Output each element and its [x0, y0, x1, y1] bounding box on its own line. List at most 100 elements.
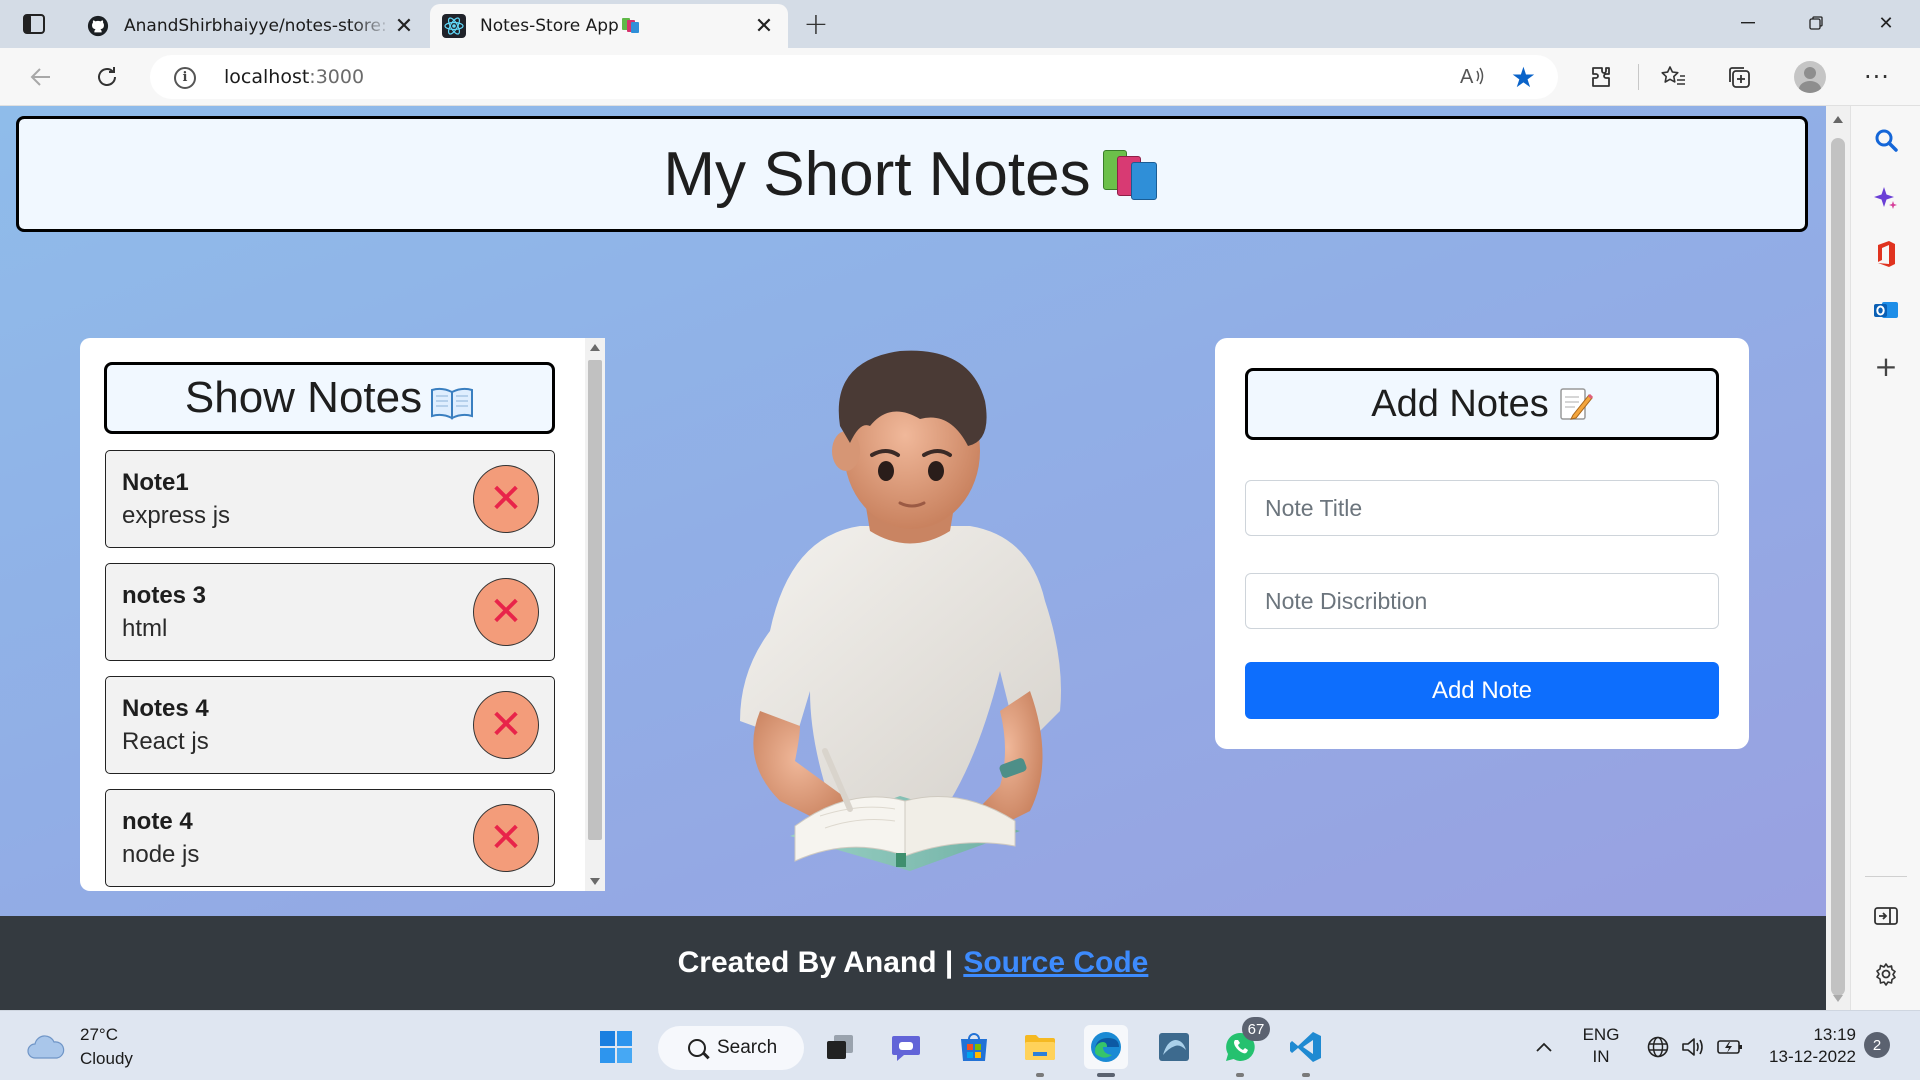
- weather-text: 27°C Cloudy: [80, 1023, 133, 1071]
- weather-condition: Cloudy: [80, 1049, 133, 1068]
- language-indicator[interactable]: ENG IN: [1576, 1024, 1626, 1068]
- search-label: Search: [717, 1037, 778, 1058]
- notes-list-scrollbar[interactable]: [585, 338, 605, 891]
- settings-gear-icon[interactable]: [1868, 956, 1904, 992]
- copilot-sparkle-icon[interactable]: [1868, 180, 1904, 216]
- github-icon: [86, 14, 110, 38]
- tab-github[interactable]: AnandShirbhaiyye/notes-store: n ✕: [74, 4, 428, 48]
- add-notes-title: Add Notes: [1371, 382, 1549, 425]
- language-line1: ENG: [1582, 1025, 1620, 1044]
- delete-note-button[interactable]: ✕: [473, 691, 539, 759]
- read-aloud-icon[interactable]: A: [1460, 65, 1486, 92]
- running-indicator: [1302, 1073, 1310, 1077]
- scrollbar-thumb[interactable]: [588, 360, 602, 840]
- add-note-button[interactable]: Add Note: [1245, 662, 1719, 719]
- note-description: express js: [122, 502, 231, 529]
- site-info-icon[interactable]: i: [174, 67, 196, 89]
- close-icon: ✕: [489, 589, 523, 635]
- teams-chat-icon[interactable]: [884, 1025, 928, 1069]
- clock[interactable]: 13:19 13-12-2022: [1760, 1024, 1856, 1068]
- delete-note-button[interactable]: ✕: [473, 578, 539, 646]
- toolbar-divider: [1638, 64, 1639, 90]
- battery-charging-icon[interactable]: [1708, 1025, 1752, 1069]
- clock-date: 13-12-2022: [1769, 1047, 1856, 1066]
- page-header: My Short Notes: [16, 116, 1808, 232]
- add-notes-card: Add Notes Add Note: [1215, 338, 1749, 749]
- window-close-icon[interactable]: ✕: [1858, 6, 1914, 40]
- windows-start-icon[interactable]: [594, 1025, 638, 1069]
- show-notes-title: Show Notes: [184, 373, 423, 422]
- show-notes-card: Show Notes Note1 express js ✕ notes 3 ht…: [80, 338, 605, 891]
- mysql-workbench-icon[interactable]: [1152, 1025, 1196, 1069]
- delete-note-button[interactable]: ✕: [473, 465, 539, 533]
- file-explorer-icon[interactable]: [1018, 1025, 1062, 1077]
- books-icon: [1101, 146, 1161, 202]
- show-notes-heading: Show Notes: [104, 362, 555, 434]
- tab-notes-store[interactable]: Notes-Store App ✕: [430, 4, 788, 48]
- weather-widget[interactable]: 27°C Cloudy: [26, 1023, 133, 1071]
- refresh-icon[interactable]: [90, 60, 124, 94]
- task-view-icon[interactable]: [818, 1025, 862, 1069]
- favorite-star-icon[interactable]: ★: [1511, 61, 1536, 94]
- profile-avatar[interactable]: [1794, 61, 1826, 93]
- address-bar[interactable]: i localhost:3000 A ★: [150, 55, 1558, 99]
- notification-count-badge[interactable]: 2: [1864, 1032, 1890, 1058]
- open-book-icon: [430, 381, 474, 420]
- note-title: Notes 4: [122, 695, 209, 722]
- weather-temp: 27°C: [80, 1025, 118, 1044]
- scroll-up-icon[interactable]: [1833, 116, 1843, 123]
- sidebar-divider: [1865, 876, 1907, 877]
- note-title: note 4: [122, 808, 193, 835]
- restore-icon[interactable]: [1788, 6, 1844, 40]
- note-title: Note1: [122, 469, 189, 496]
- close-icon: ✕: [489, 702, 523, 748]
- whatsapp-unread-badge: 67: [1242, 1017, 1270, 1041]
- whatsapp-icon[interactable]: 67: [1218, 1017, 1270, 1077]
- cloud-icon: [26, 1034, 66, 1060]
- taskbar-search[interactable]: Search: [658, 1026, 804, 1070]
- page-scrollbar[interactable]: [1826, 106, 1850, 1010]
- edge-browser-icon[interactable]: [1084, 1025, 1128, 1077]
- scrollbar-thumb[interactable]: [1831, 138, 1845, 996]
- scroll-up-icon[interactable]: [590, 344, 600, 351]
- minimize-icon[interactable]: [1720, 6, 1776, 40]
- note-description: React js: [122, 728, 209, 755]
- note-description-input[interactable]: [1245, 573, 1719, 629]
- more-options-icon[interactable]: ···: [1860, 60, 1894, 94]
- scroll-down-icon[interactable]: [590, 878, 600, 885]
- note-item: note 4 node js ✕: [105, 789, 555, 887]
- note-item: notes 3 html ✕: [105, 563, 555, 661]
- close-icon: ✕: [489, 815, 523, 861]
- source-code-link[interactable]: Source Code: [963, 946, 1148, 980]
- note-title-input[interactable]: [1245, 480, 1719, 536]
- microsoft-store-icon[interactable]: [952, 1025, 996, 1069]
- close-icon[interactable]: ✕: [752, 14, 776, 39]
- new-tab-icon[interactable]: +: [800, 7, 832, 42]
- add-sidebar-app-icon[interactable]: +: [1868, 348, 1904, 384]
- tab-title: AnandShirbhaiyye/notes-store: n: [124, 16, 392, 36]
- search-icon[interactable]: [1868, 122, 1904, 158]
- browser-toolbar: i localhost:3000 A ★ ···: [0, 48, 1920, 106]
- windows-taskbar: 27°C Cloudy Search 67 ENG IN 13:19 13-12…: [0, 1010, 1920, 1080]
- running-indicator: [1097, 1073, 1115, 1077]
- close-icon[interactable]: ✕: [392, 14, 416, 39]
- extensions-icon[interactable]: [1584, 60, 1618, 94]
- favorites-icon[interactable]: [1656, 60, 1690, 94]
- note-description: node js: [122, 841, 200, 868]
- back-arrow-icon[interactable]: [24, 60, 58, 94]
- browser-tab-bar: AnandShirbhaiyye/notes-store: n ✕ Notes-…: [0, 0, 1920, 48]
- collections-icon[interactable]: [1722, 60, 1756, 94]
- show-hidden-icons-chevron[interactable]: [1522, 1025, 1566, 1069]
- outlook-icon[interactable]: [1868, 292, 1904, 328]
- tab-actions-icon[interactable]: [18, 10, 50, 38]
- scroll-down-icon[interactable]: [1833, 995, 1843, 1002]
- office-icon[interactable]: [1868, 236, 1904, 272]
- svg-text:A: A: [1460, 66, 1474, 87]
- tab-title: Notes-Store App: [480, 16, 752, 36]
- add-notes-heading: Add Notes: [1245, 368, 1719, 440]
- vscode-icon[interactable]: [1284, 1025, 1328, 1077]
- delete-note-button[interactable]: ✕: [473, 804, 539, 872]
- hide-sidebar-icon[interactable]: [1868, 898, 1904, 934]
- close-icon: ✕: [489, 476, 523, 522]
- page-viewport: My Short Notes Show Notes Note1 express …: [0, 106, 1826, 1010]
